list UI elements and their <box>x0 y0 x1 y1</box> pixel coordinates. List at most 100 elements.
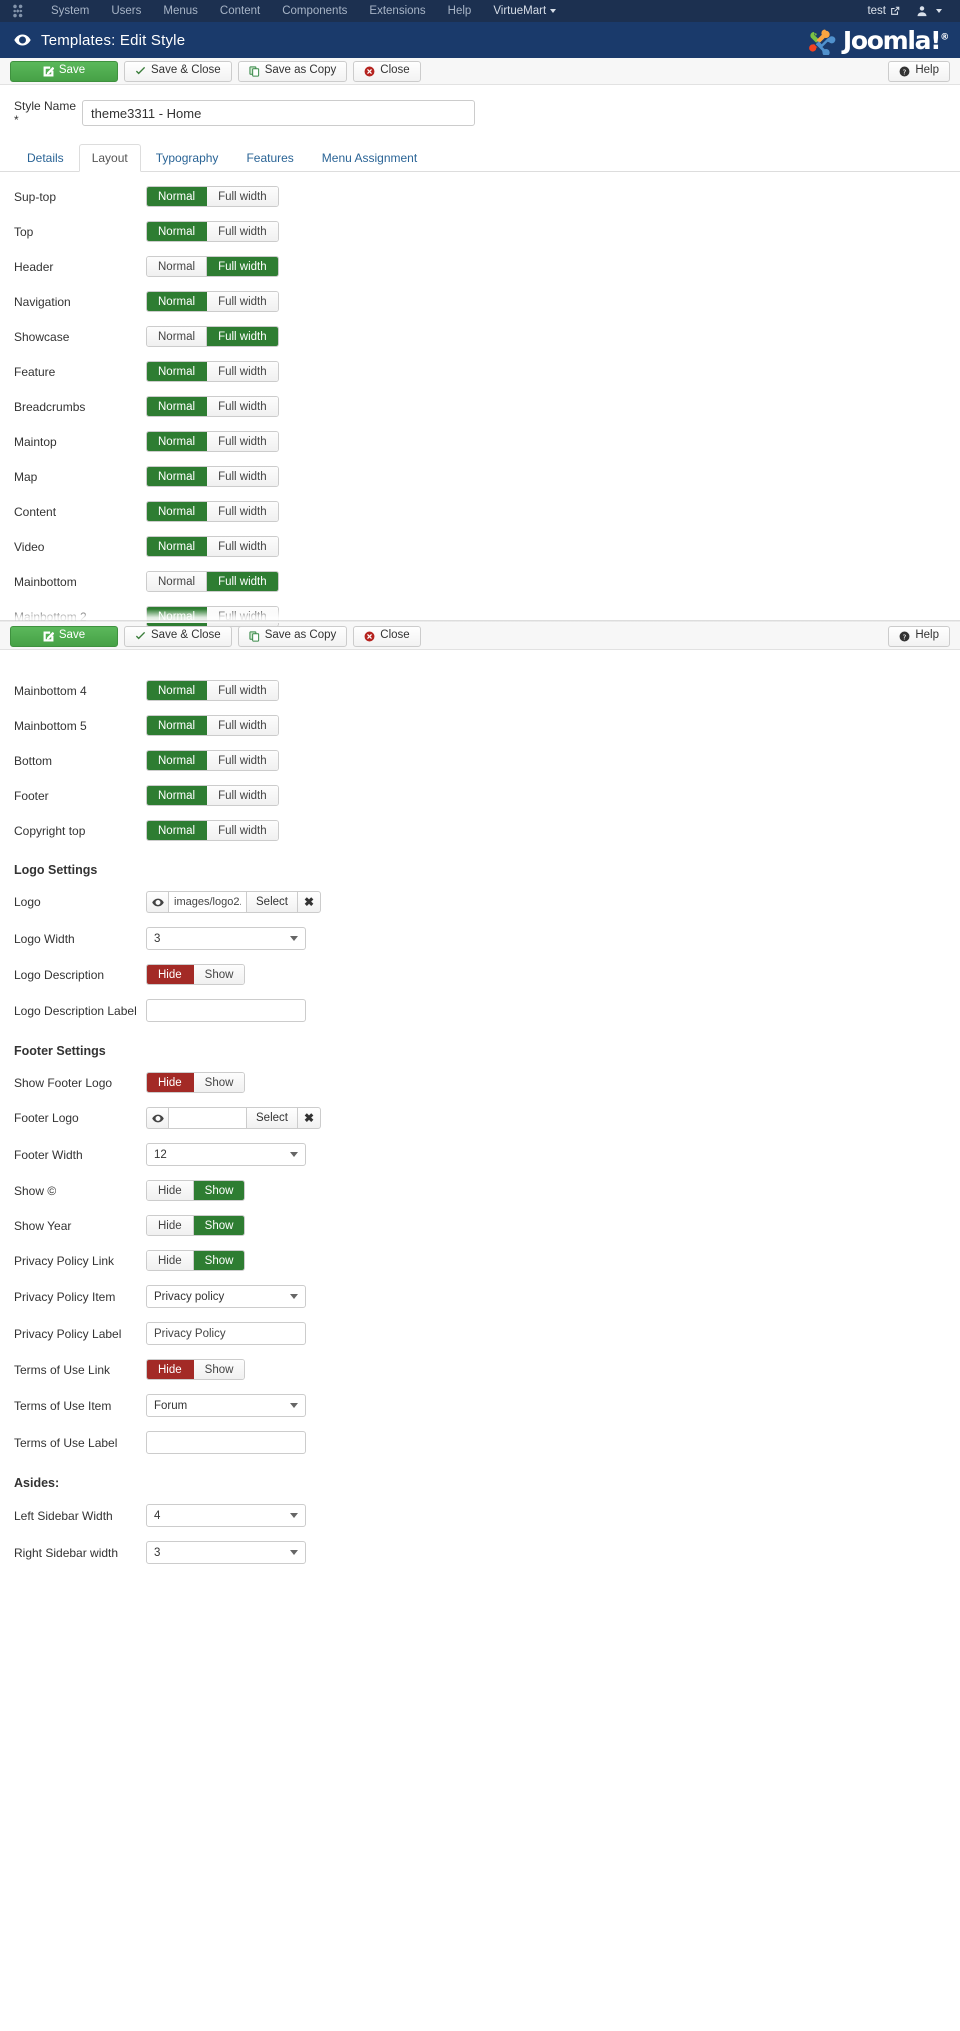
layout-option-normal[interactable]: Normal <box>147 821 208 840</box>
menu-help[interactable]: Help <box>437 5 483 17</box>
menu-components[interactable]: Components <box>271 5 358 17</box>
privacy-policy-item-select[interactable]: Privacy policy <box>146 1285 306 1308</box>
logo-width-select[interactable]: 3 <box>146 927 306 950</box>
left-sidebar-width-value: 4 <box>154 1509 161 1522</box>
close-button-sticky[interactable]: Close <box>353 625 421 647</box>
show-year-show[interactable]: Show <box>193 1216 245 1235</box>
privacy-policy-link-show[interactable]: Show <box>193 1251 245 1270</box>
logo-path-input[interactable] <box>168 891 246 913</box>
privacy-policy-link-hide[interactable]: Hide <box>147 1251 194 1270</box>
help-icon: ? <box>899 631 910 642</box>
save-close-button[interactable]: Save & Close <box>124 60 232 82</box>
layout-option-full-width[interactable]: Full width <box>207 537 278 556</box>
layout-option-normal[interactable]: Normal <box>147 751 208 770</box>
layout-option-full-width[interactable]: Full width <box>207 292 278 311</box>
footer-logo-path-input[interactable] <box>168 1107 246 1129</box>
layout-option-normal[interactable]: Normal <box>147 187 208 206</box>
layout-option-full-width[interactable]: Full width <box>207 187 278 206</box>
show-copyright-show[interactable]: Show <box>193 1181 245 1200</box>
layout-option-full-width[interactable]: Full width <box>207 786 278 805</box>
eye-icon[interactable] <box>146 891 168 913</box>
logo-description-hide[interactable]: Hide <box>147 965 194 984</box>
terms-of-use-item-select[interactable]: Forum <box>146 1394 306 1417</box>
layout-option-full-width[interactable]: Full width <box>207 502 278 521</box>
layout-option-normal[interactable]: Normal <box>147 292 208 311</box>
save-copy-button-sticky[interactable]: Save as Copy <box>237 625 348 647</box>
eye-icon[interactable] <box>146 1107 168 1129</box>
tab-features[interactable]: Features <box>233 144 306 172</box>
layout-option-normal[interactable]: Normal <box>147 572 208 591</box>
tab-layout[interactable]: Layout <box>78 144 141 172</box>
layout-row-label: Navigation <box>14 294 71 309</box>
menu-users[interactable]: Users <box>100 5 152 17</box>
privacy-policy-label-label: Privacy Policy Label <box>14 1326 122 1341</box>
logo-description-show[interactable]: Show <box>193 965 245 984</box>
close-button[interactable]: Close <box>353 60 421 82</box>
right-sidebar-width-select[interactable]: 3 <box>146 1541 306 1564</box>
logo-select-button[interactable]: Select <box>246 891 297 913</box>
layout-option-full-width[interactable]: Full width <box>207 716 278 735</box>
tab-details[interactable]: Details <box>14 144 77 172</box>
menu-extensions[interactable]: Extensions <box>358 5 436 17</box>
show-footer-logo-row: Show Footer Logo Hide Show <box>14 1072 946 1093</box>
layout-option-normal[interactable]: Normal <box>147 397 208 416</box>
menu-content[interactable]: Content <box>209 5 271 17</box>
help-button[interactable]: ? Help <box>888 60 950 82</box>
layout-option-full-width[interactable]: Full width <box>207 257 278 276</box>
logo-description-label: Logo Description <box>14 967 105 982</box>
logo-description-label-input[interactable] <box>146 999 306 1022</box>
terms-of-use-label-input[interactable] <box>146 1431 306 1454</box>
layout-option-full-width[interactable]: Full width <box>207 821 278 840</box>
layout-option-full-width[interactable]: Full width <box>207 327 278 346</box>
layout-option-normal[interactable]: Normal <box>147 222 208 241</box>
layout-option-full-width[interactable]: Full width <box>207 572 278 591</box>
footer-width-select[interactable]: 12 <box>146 1143 306 1166</box>
layout-option-full-width[interactable]: Full width <box>207 607 278 626</box>
layout-option-normal[interactable]: Normal <box>147 537 208 556</box>
layout-option-full-width[interactable]: Full width <box>207 397 278 416</box>
menu-virtuemart[interactable]: VirtueMart <box>482 5 567 17</box>
show-copyright-hide[interactable]: Hide <box>147 1181 194 1200</box>
help-button-sticky[interactable]: ? Help <box>888 625 950 647</box>
save-button[interactable]: Save <box>10 60 118 82</box>
layout-option-normal[interactable]: Normal <box>147 502 208 521</box>
layout-option-normal[interactable]: Normal <box>147 257 208 276</box>
layout-row: Breadcrumbs Normal Full width <box>14 396 946 417</box>
layout-option-normal[interactable]: Normal <box>147 716 208 735</box>
layout-option-normal[interactable]: Normal <box>147 681 208 700</box>
joomla-logo-icon[interactable] <box>10 3 26 19</box>
privacy-policy-label-input[interactable] <box>146 1322 306 1345</box>
footer-logo-select-button[interactable]: Select <box>246 1107 297 1129</box>
layout-option-normal[interactable]: Normal <box>147 362 208 381</box>
tab-menu-assignment[interactable]: Menu Assignment <box>309 144 430 172</box>
layout-option-normal[interactable]: Normal <box>147 786 208 805</box>
layout-option-full-width[interactable]: Full width <box>207 222 278 241</box>
layout-option-normal[interactable]: Normal <box>147 327 208 346</box>
menu-system[interactable]: System <box>40 5 100 17</box>
layout-option-normal[interactable]: Normal <box>147 432 208 451</box>
left-sidebar-width-select[interactable]: 4 <box>146 1504 306 1527</box>
terms-of-use-link-show[interactable]: Show <box>193 1360 245 1379</box>
show-year-toggle: Hide Show <box>146 1215 246 1236</box>
user-menu[interactable] <box>908 5 950 17</box>
clear-x-icon[interactable]: ✖ <box>296 891 321 913</box>
show-year-hide[interactable]: Hide <box>147 1216 194 1235</box>
layout-option-normal[interactable]: Normal <box>147 467 208 486</box>
save-copy-button[interactable]: Save as Copy <box>237 60 348 82</box>
tab-typography[interactable]: Typography <box>143 144 232 172</box>
show-footer-logo-hide[interactable]: Hide <box>147 1073 194 1092</box>
save-button-sticky[interactable]: Save <box>10 625 118 647</box>
layout-option-full-width[interactable]: Full width <box>207 751 278 770</box>
layout-option-full-width[interactable]: Full width <box>207 467 278 486</box>
layout-option-full-width[interactable]: Full width <box>207 432 278 451</box>
show-footer-logo-show[interactable]: Show <box>193 1073 245 1092</box>
site-preview-link[interactable]: test <box>859 5 908 17</box>
clear-x-icon[interactable]: ✖ <box>296 1107 321 1129</box>
layout-option-full-width[interactable]: Full width <box>207 681 278 700</box>
terms-of-use-link-hide[interactable]: Hide <box>147 1360 194 1379</box>
style-name-input[interactable] <box>82 100 475 126</box>
layout-option-normal[interactable]: Normal <box>147 607 208 626</box>
menu-menus[interactable]: Menus <box>152 5 209 17</box>
layout-option-full-width[interactable]: Full width <box>207 362 278 381</box>
save-close-button-sticky[interactable]: Save & Close <box>124 625 232 647</box>
